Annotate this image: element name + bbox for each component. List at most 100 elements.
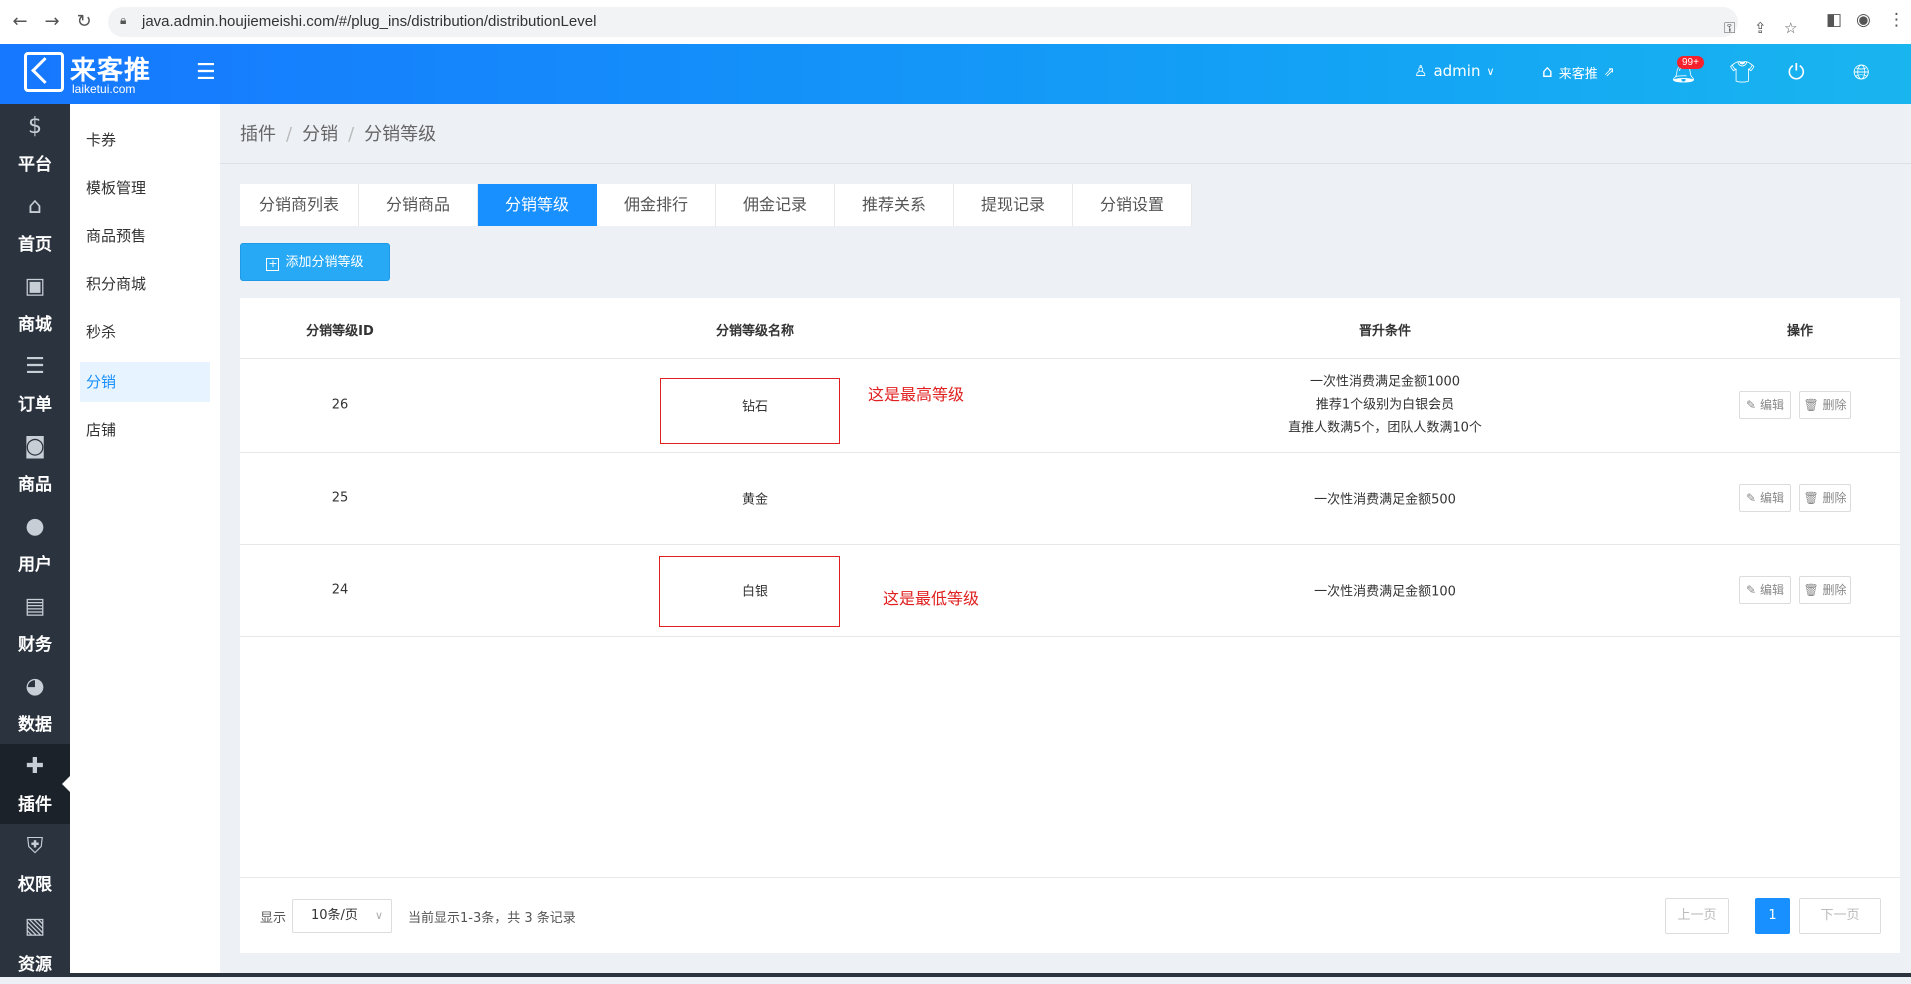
sidebar-item-orders[interactable]: ☰ 订单 bbox=[0, 344, 70, 424]
sidebar-item-users[interactable]: ● 用户 bbox=[0, 504, 70, 584]
profile-icon[interactable]: ◉ bbox=[1856, 10, 1871, 30]
tab-distribution-settings[interactable]: 分销设置 bbox=[1073, 184, 1192, 226]
lock-icon: 🔒︎ bbox=[120, 13, 127, 27]
column-header-conditions: 晋升条件 bbox=[1358, 324, 1412, 339]
sidebar-item-label: 平台 bbox=[18, 155, 52, 175]
share-icon[interactable]: ⇪ bbox=[1754, 19, 1767, 37]
bookmark-star-icon[interactable]: ☆ bbox=[1784, 19, 1797, 37]
sidebar-item-permissions[interactable]: ⛨ 权限 bbox=[0, 824, 70, 904]
submenu-item-distribution[interactable]: 分销 bbox=[80, 362, 210, 402]
edit-button[interactable]: ✎ 编辑 bbox=[1739, 484, 1791, 512]
breadcrumb-item[interactable]: 插件 bbox=[240, 124, 276, 145]
sidebar-item-finance[interactable]: ▤ 财务 bbox=[0, 584, 70, 664]
globe-icon[interactable]: 🌐︎ bbox=[1853, 60, 1870, 85]
plus-icon: + bbox=[266, 257, 280, 271]
menu-toggle-icon[interactable]: ☰ bbox=[196, 60, 216, 85]
submenu-item-presale[interactable]: 商品预售 bbox=[80, 216, 210, 256]
tab-referral-relations[interactable]: 推荐关系 bbox=[835, 184, 954, 226]
column-header-name: 分销等级名称 bbox=[715, 324, 795, 339]
level-id: 24 bbox=[331, 582, 349, 598]
logo-subtitle: laiketui.com bbox=[72, 82, 136, 96]
puzzle-icon: ✚ bbox=[25, 754, 45, 779]
plugin-submenu: 卡券 模板管理 商品预售 积分商城 秒杀 分销 店铺 bbox=[70, 104, 220, 977]
prev-page-button[interactable]: 上一页 bbox=[1665, 898, 1729, 934]
sidebar-item-products[interactable]: ◙ 商品 bbox=[0, 424, 70, 504]
submenu-item-points-mall[interactable]: 积分商城 bbox=[80, 264, 210, 304]
edit-button[interactable]: ✎ 编辑 bbox=[1739, 576, 1791, 604]
reload-icon[interactable]: ↻ bbox=[72, 10, 96, 34]
chevron-down-icon: ∨ bbox=[1486, 64, 1495, 78]
sidebar-item-label: 权限 bbox=[18, 875, 52, 895]
sidebar-item-mall[interactable]: ▣ 商城 bbox=[0, 264, 70, 344]
sidebar-item-data[interactable]: ◕ 数据 bbox=[0, 664, 70, 744]
tab-distributor-list[interactable]: 分销商列表 bbox=[240, 184, 359, 226]
chevron-down-icon: ∨ bbox=[374, 909, 383, 922]
forward-icon[interactable]: → bbox=[40, 10, 64, 34]
tab-commission-ranking[interactable]: 佣金排行 bbox=[597, 184, 716, 226]
edit-icon: ✎ bbox=[1746, 398, 1757, 412]
side-panel-icon[interactable]: ◧ bbox=[1826, 10, 1842, 30]
sidebar-item-label: 商城 bbox=[18, 315, 52, 335]
shirt-icon[interactable]: 👕︎ bbox=[1729, 60, 1756, 85]
submenu-item-templates[interactable]: 模板管理 bbox=[80, 168, 210, 208]
distribution-tabs: 分销商列表 分销商品 分销等级 佣金排行 佣金记录 推荐关系 提现记录 分销设置 bbox=[240, 184, 1192, 226]
sidebar-item-platform[interactable]: $ 平台 bbox=[0, 104, 70, 184]
key-icon[interactable]: ⚿ bbox=[1724, 19, 1735, 37]
wallet-icon: ▤ bbox=[24, 594, 46, 619]
pie-chart-icon: ◕ bbox=[25, 674, 45, 699]
sidebar-item-home[interactable]: ⌂ 首页 bbox=[0, 184, 70, 264]
submenu-item-flash-sale[interactable]: 秒杀 bbox=[80, 312, 210, 352]
sidebar-item-plugins[interactable]: ✚ 插件 bbox=[0, 744, 70, 824]
shield-icon: ⛨ bbox=[26, 834, 44, 859]
edit-icon: ✎ bbox=[1746, 583, 1757, 597]
dollar-icon: $ bbox=[28, 114, 42, 139]
condition-line: 直推人数满5个，团队人数满10个 bbox=[1288, 420, 1482, 436]
breadcrumb: 插件 / 分销 / 分销等级 bbox=[240, 120, 436, 146]
store-link[interactable]: ⌂ 来客推 ⇗ bbox=[1542, 62, 1615, 82]
delete-button[interactable]: 🗑︎ 删除 bbox=[1799, 484, 1851, 512]
next-page-button[interactable]: 下一页 bbox=[1799, 898, 1881, 934]
submenu-item-shops[interactable]: 店铺 bbox=[80, 410, 210, 450]
avatar-icon: ♙ bbox=[1414, 62, 1428, 80]
store-name: 来客推 bbox=[1558, 66, 1598, 82]
condition-line: 一次性消费满足金额1000 bbox=[1309, 374, 1461, 390]
breadcrumb-separator: / bbox=[348, 124, 355, 145]
power-icon[interactable]: ⏻ bbox=[1788, 60, 1805, 85]
breadcrumb-current: 分销等级 bbox=[364, 124, 437, 145]
sidebar-item-label: 财务 bbox=[18, 635, 52, 655]
level-conditions: 一次性消费满足金额500 bbox=[1314, 492, 1456, 508]
page-number-button[interactable]: 1 bbox=[1755, 898, 1790, 934]
sidebar-item-label: 插件 bbox=[18, 795, 52, 815]
edit-button[interactable]: ✎ 编辑 bbox=[1739, 391, 1791, 419]
page-size-value: 10条/页 bbox=[311, 908, 358, 923]
bottom-edge bbox=[0, 973, 1911, 977]
trash-icon: 🗑︎ bbox=[1803, 583, 1819, 597]
home-icon: ⌂ bbox=[28, 194, 42, 219]
store-icon: ⌂ bbox=[1542, 62, 1553, 82]
back-icon[interactable]: ← bbox=[8, 10, 32, 34]
sidebar-item-label: 首页 bbox=[18, 235, 52, 255]
tab-withdrawal-records[interactable]: 提现记录 bbox=[954, 184, 1073, 226]
user-menu[interactable]: ♙ admin ∨ bbox=[1414, 62, 1495, 80]
sidebar-item-resources[interactable]: ▧ 资源 bbox=[0, 904, 70, 984]
delete-label: 删除 bbox=[1822, 583, 1847, 597]
highlight-box bbox=[660, 378, 840, 444]
submenu-item-coupons[interactable]: 卡券 bbox=[80, 120, 210, 160]
sidebar-item-label: 商品 bbox=[18, 475, 52, 495]
annotation-lowest: 这是最低等级 bbox=[883, 589, 980, 608]
address-bar[interactable]: 🔒︎ java.admin.houjiemeishi.com/#/plug_in… bbox=[108, 7, 1797, 37]
notification-badge: 99+ bbox=[1677, 56, 1704, 69]
browser-menu-icon[interactable]: ⋮ bbox=[1888, 10, 1905, 30]
breadcrumb-item[interactable]: 分销 bbox=[302, 124, 338, 145]
tab-distribution-levels[interactable]: 分销等级 bbox=[478, 184, 597, 226]
edit-label: 编辑 bbox=[1759, 491, 1784, 505]
delete-button[interactable]: 🗑︎ 删除 bbox=[1799, 576, 1851, 604]
page-size-select[interactable]: 10条/页 ∨ bbox=[292, 899, 392, 933]
user-icon: ● bbox=[25, 514, 45, 539]
tab-distribution-products[interactable]: 分销商品 bbox=[359, 184, 478, 226]
tab-commission-records[interactable]: 佣金记录 bbox=[716, 184, 835, 226]
add-level-button[interactable]: + 添加分销等级 bbox=[240, 243, 390, 281]
external-link-icon: ⇗ bbox=[1603, 64, 1615, 80]
delete-button[interactable]: 🗑︎ 删除 bbox=[1799, 391, 1851, 419]
row-divider bbox=[240, 544, 1900, 545]
